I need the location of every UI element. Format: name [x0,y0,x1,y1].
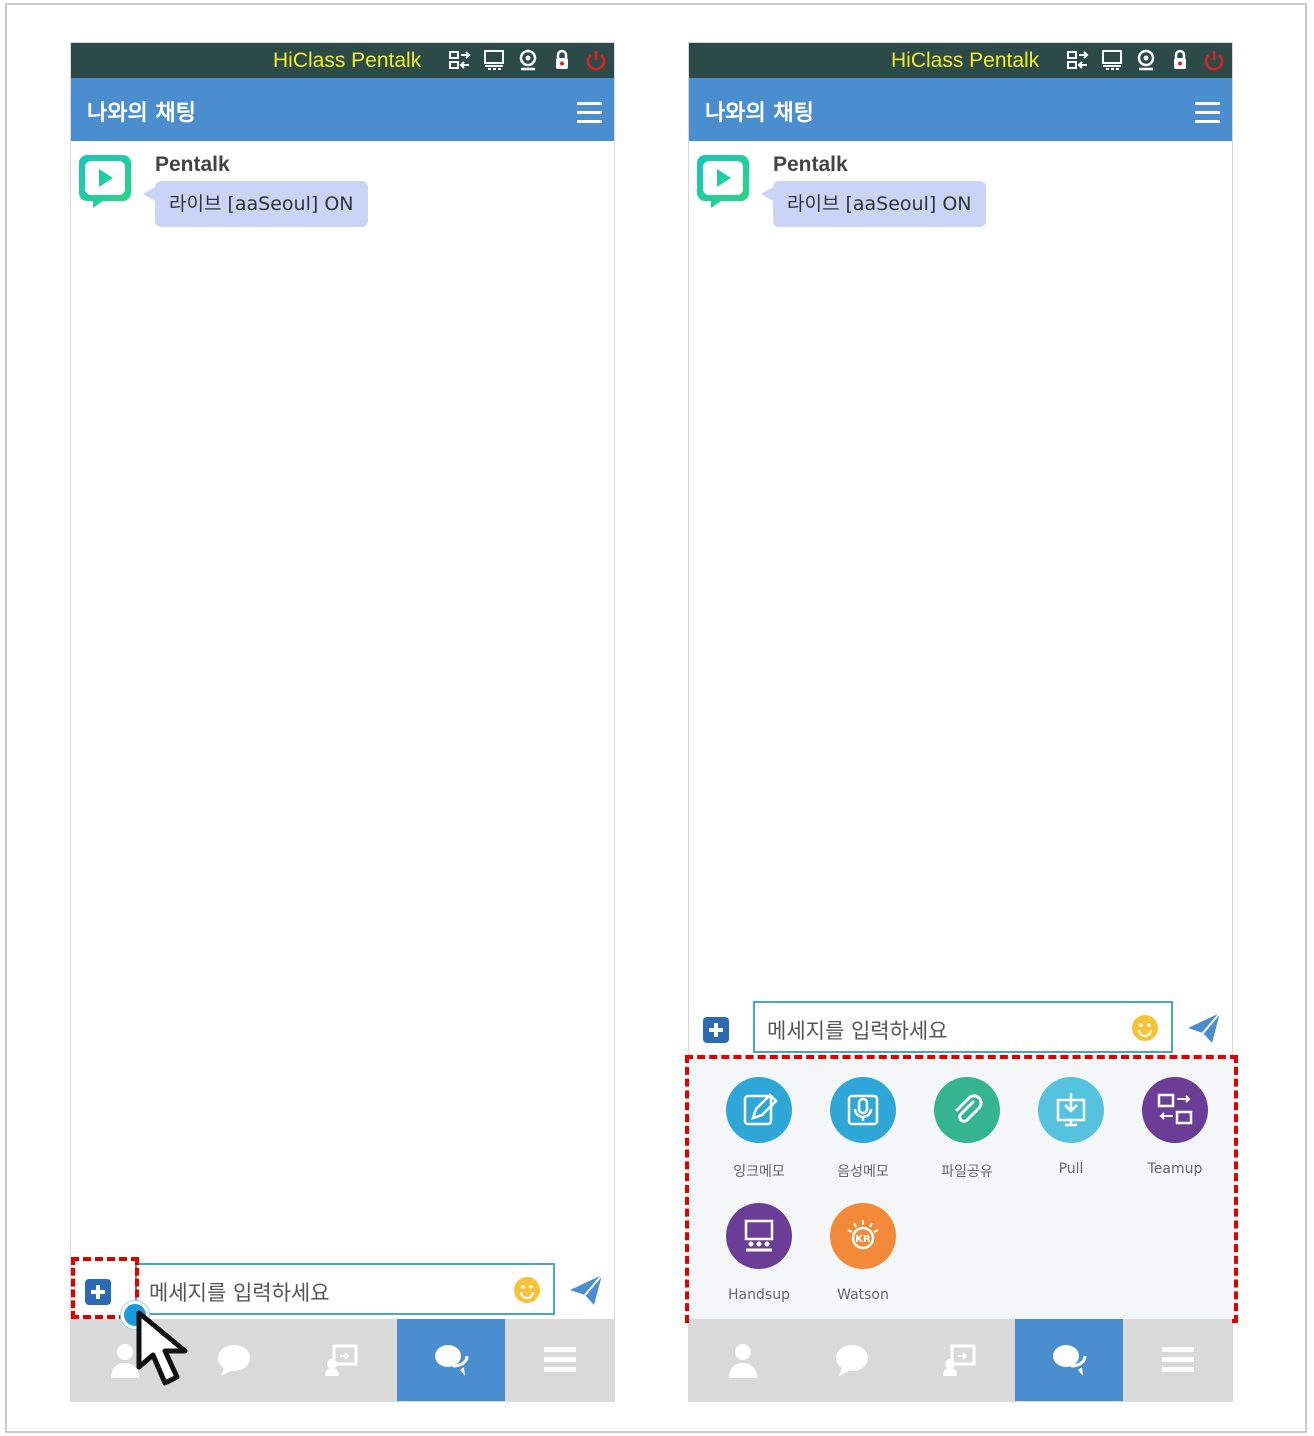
send-icon[interactable] [1186,1011,1222,1045]
tab-screen-share[interactable] [288,1319,397,1401]
tool-label: Teamup [1147,1161,1203,1177]
monitor-icon[interactable] [482,49,506,71]
page-title: 나와의 채팅 [87,101,196,126]
tool-label: Watson [837,1287,889,1303]
paperclip-icon [955,1094,983,1123]
chat-active-icon [1053,1345,1087,1376]
message-input-placeholder: 메세지를 입력하세요 [149,1281,330,1305]
message-bubble: 라이브 [aaSeoul] ON [143,181,368,227]
handsup-icon [744,1219,774,1252]
message-bubble: 라이브 [aaSeoul] ON [761,181,986,227]
hamburger-menu-icon[interactable] [577,102,602,123]
mouse-pointer-icon [136,1310,188,1386]
chat-active-icon [435,1345,469,1376]
send-icon[interactable] [568,1273,604,1307]
teamup-icon [1157,1093,1193,1125]
network-icon[interactable] [1066,49,1090,71]
message-input-placeholder: 메세지를 입력하세요 [767,1019,948,1043]
message-sender: Pentalk [155,153,230,176]
tool-watson[interactable]: KR Watson [813,1203,913,1303]
lock-icon[interactable] [1168,49,1192,71]
tool-label: 음성메모 [837,1164,889,1180]
tool-voice-memo[interactable]: 음성메모 [813,1077,913,1181]
pentalk-logo-icon [79,155,131,208]
tool-pull[interactable]: Pull [1021,1077,1121,1177]
screen-share-icon [325,1344,358,1376]
network-icon[interactable] [448,49,472,71]
tool-teamup[interactable]: Teamup [1125,1077,1225,1177]
phone-screen-after: HiClass Pentalk 나와의 채팅 Pentalk 라이브 [aaSe… [685,42,1238,1402]
power-icon[interactable] [1202,49,1226,71]
app-title: HiClass Pentalk [273,49,422,72]
tab-group-chat[interactable] [1014,1319,1124,1401]
webcam-icon[interactable] [516,49,540,71]
tab-people[interactable] [689,1319,798,1401]
chat-header: 나와의 채팅 [71,78,614,141]
attachment-tools-panel: 잉크메모 음성메모 파일공유 Pull Teamup Handsup KR Wa… [685,1055,1238,1323]
tool-label: Pull [1058,1161,1084,1177]
tab-menu[interactable] [505,1319,614,1401]
bottom-tab-bar [689,1319,1232,1401]
lock-icon[interactable] [550,49,574,71]
watson-icon: KR [847,1220,879,1250]
message-input[interactable]: 메세지를 입력하세요 [753,1001,1173,1053]
phone-screen-before: HiClass Pentalk 나와의 채팅 Pentalk 라이브 [aaSe… [70,42,615,1402]
webcam-icon[interactable] [1134,49,1158,71]
pull-download-icon [1056,1093,1086,1127]
menu-icon [1161,1347,1194,1372]
pen-memo-icon [743,1093,778,1126]
svg-text:KR: KR [855,1234,871,1245]
chat-bubble-icon [835,1345,868,1376]
app-title: HiClass Pentalk [891,49,1040,72]
chat-header: 나와의 채팅 [689,78,1232,141]
tool-label: 잉크메모 [733,1164,785,1180]
monitor-icon[interactable] [1100,49,1124,71]
tab-chat[interactable] [798,1319,907,1401]
page-title: 나와의 채팅 [705,101,814,126]
tool-handsup[interactable]: Handsup [709,1203,809,1303]
hamburger-menu-icon[interactable] [1195,102,1220,123]
emoji-icon[interactable] [513,1276,541,1304]
screen-share-icon [943,1344,976,1376]
person-icon [729,1344,758,1378]
tab-menu[interactable] [1123,1319,1232,1401]
message-input-row: 메세지를 입력하세요 [689,1001,1232,1057]
microphone-icon [847,1094,879,1126]
tool-label: 파일공유 [941,1164,993,1180]
tool-label: Handsup [728,1287,790,1303]
pentalk-logo-icon [697,155,749,208]
tab-group-chat[interactable] [396,1319,506,1401]
message-input[interactable]: 메세지를 입력하세요 [135,1263,555,1315]
chat-bubble-icon [217,1345,250,1376]
top-status-bar: HiClass Pentalk [71,43,614,78]
tool-file-share[interactable]: 파일공유 [917,1077,1017,1181]
tool-ink-memo[interactable]: 잉크메모 [709,1077,809,1181]
emoji-icon[interactable] [1131,1014,1159,1042]
menu-icon [543,1347,576,1372]
plus-button[interactable] [703,1017,729,1043]
message-sender: Pentalk [773,153,848,176]
power-icon[interactable] [584,49,608,71]
top-status-bar: HiClass Pentalk [689,43,1232,78]
tab-screen-share[interactable] [906,1319,1015,1401]
